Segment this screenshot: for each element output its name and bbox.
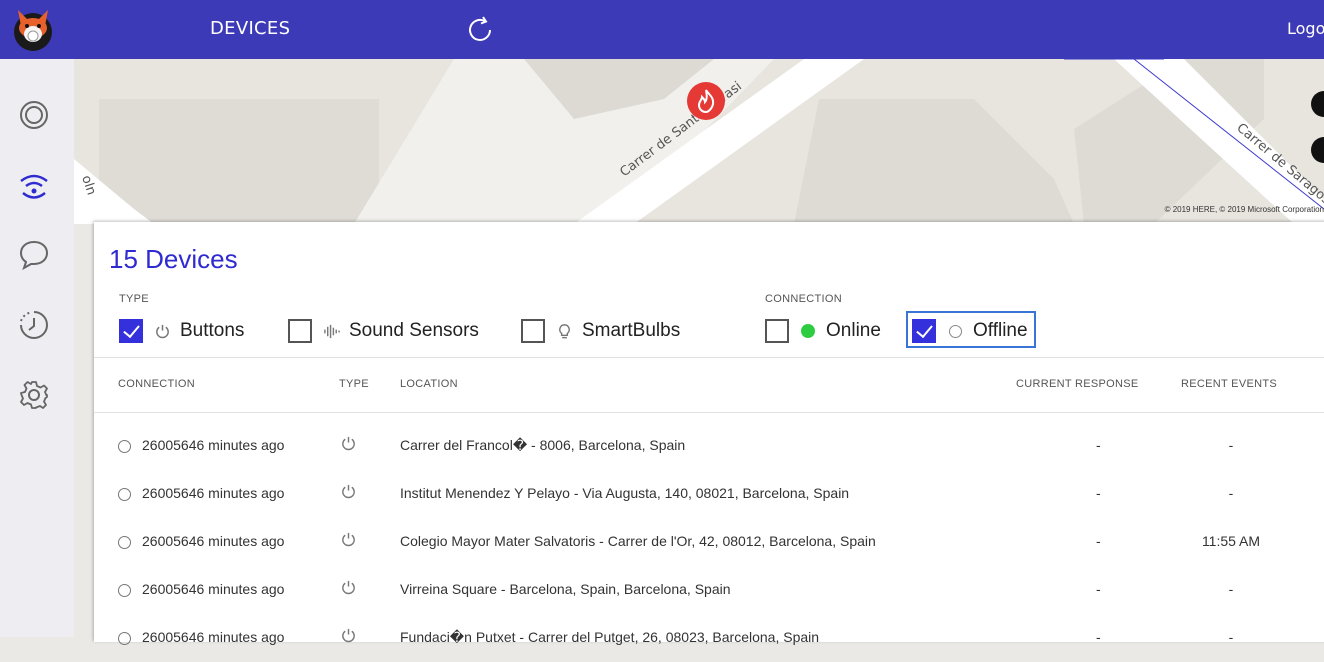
row-connection: 26005646 minutes ago (142, 581, 285, 597)
top-bar: DEVICES Logout (0, 0, 1324, 59)
smartbulbs-checkbox[interactable] (521, 319, 545, 343)
column-header-location[interactable]: LOCATION (400, 378, 458, 390)
row-connection: 26005646 minutes ago (142, 533, 285, 549)
row-recent-events: - (1228, 437, 1234, 453)
table-row[interactable]: 26005646 minutes ago Virreina Square - Ba… (94, 566, 1324, 614)
row-location: Institut Menendez Y Pelayo - Via Augusta… (400, 485, 850, 501)
map-attribution: © 2019 HERE, © 2019 Microsoft Corporatio… (1164, 205, 1324, 214)
filter-divider (94, 357, 1324, 358)
buttons-filter-label: Buttons (180, 320, 245, 341)
row-current-response: - (1096, 485, 1101, 501)
settings-gear-icon[interactable] (14, 375, 54, 415)
sidebar (0, 59, 74, 637)
table-row[interactable]: 26005646 minutes ago Colegio Mayor Mater … (94, 518, 1324, 566)
refresh-icon[interactable] (463, 13, 497, 47)
connection-filter-label: CONNECTION (765, 293, 842, 305)
power-icon (340, 435, 358, 453)
devices-wifi-icon[interactable] (14, 165, 54, 205)
chat-icon[interactable] (14, 235, 54, 275)
power-icon (340, 531, 358, 549)
page-title: DEVICES (210, 18, 291, 39)
row-location: Fundaci�n Putxet - Carrer del Putget, 26… (400, 629, 820, 645)
offline-status-icon (118, 440, 131, 453)
online-checkbox[interactable] (765, 319, 789, 343)
devices-panel: 15 Devices TYPE CONNECTION Buttons Sound… (94, 222, 1324, 645)
column-header-current-response[interactable]: CURRENT RESPONSE (1016, 378, 1139, 390)
buttons-checkbox[interactable] (119, 319, 143, 343)
filter-offline[interactable]: Offline (912, 314, 1028, 348)
power-icon (340, 627, 358, 645)
power-icon (153, 322, 171, 340)
online-filter-label: Online (826, 320, 881, 341)
history-clock-icon[interactable] (14, 305, 54, 345)
type-filter-label: TYPE (119, 293, 149, 305)
lightbulb-icon (555, 322, 573, 340)
row-connection: 26005646 minutes ago (142, 629, 285, 645)
sound-sensors-filter-label: Sound Sensors (349, 320, 479, 341)
power-icon (340, 579, 358, 597)
map-view[interactable]: Carrer de Sant Gervasi Carrer de Saragos… (74, 59, 1324, 224)
filter-smartbulbs[interactable]: SmartBulbs (521, 314, 680, 348)
fire-marker-icon[interactable] (686, 81, 726, 121)
table-row[interactable]: 26005646 minutes ago Fundaci�n Putxet - C… (94, 614, 1324, 662)
column-header-recent-events[interactable]: RECENT EVENTS (1181, 378, 1277, 390)
offline-filter-label: Offline (973, 320, 1028, 341)
offline-status-icon (118, 584, 131, 597)
offline-status-icon (118, 632, 131, 645)
sound-sensors-checkbox[interactable] (288, 319, 312, 343)
header-divider (94, 412, 1324, 413)
row-current-response: - (1096, 581, 1101, 597)
row-current-response: - (1096, 629, 1101, 645)
row-recent-events: - (1228, 485, 1234, 501)
online-status-dot-icon (799, 322, 817, 340)
offline-status-dot-icon (946, 322, 964, 340)
power-icon (340, 483, 358, 501)
dashboard-icon[interactable] (14, 95, 54, 135)
row-location: Colegio Mayor Mater Salvatoris - Carrer … (400, 533, 876, 549)
smartbulbs-filter-label: SmartBulbs (582, 320, 681, 341)
sound-wave-icon (322, 322, 340, 340)
filter-sound-sensors[interactable]: Sound Sensors (288, 314, 479, 348)
row-recent-events: - (1228, 629, 1234, 645)
row-current-response: - (1096, 533, 1101, 549)
column-header-type[interactable]: TYPE (339, 378, 369, 390)
fox-logo-icon[interactable] (12, 6, 54, 52)
row-recent-events: - (1228, 581, 1234, 597)
logout-link[interactable]: Logout (1287, 19, 1324, 38)
filter-online[interactable]: Online (765, 314, 881, 348)
table-row[interactable]: 26005646 minutes ago Carrer del Francol� … (94, 422, 1324, 470)
row-connection: 26005646 minutes ago (142, 437, 285, 453)
row-recent-events: 11:55 AM (1201, 533, 1261, 549)
offline-status-icon (118, 536, 131, 549)
offline-checkbox[interactable] (912, 319, 936, 343)
column-header-connection[interactable]: CONNECTION (118, 378, 195, 390)
device-count-title: 15 Devices (109, 244, 238, 274)
row-current-response: - (1096, 437, 1101, 453)
filter-buttons[interactable]: Buttons (119, 314, 244, 348)
table-row[interactable]: 26005646 minutes ago Institut Menendez Y … (94, 470, 1324, 518)
offline-status-icon (118, 488, 131, 501)
row-location: Virreina Square - Barcelona, Spain, Barc… (400, 581, 731, 597)
row-connection: 26005646 minutes ago (142, 485, 285, 501)
row-location: Carrer del Francol� - 8006, Barcelona, S… (400, 437, 686, 453)
